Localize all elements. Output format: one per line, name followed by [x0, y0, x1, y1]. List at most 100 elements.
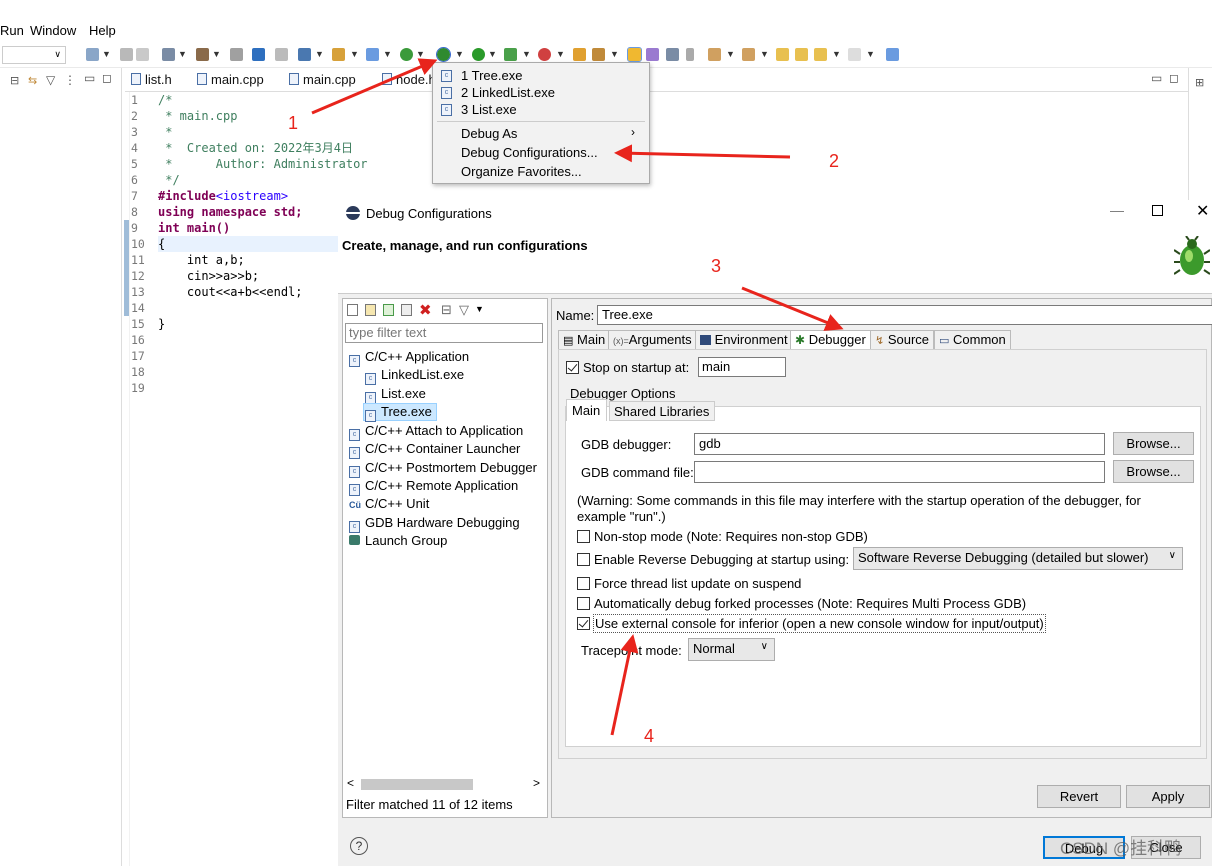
menu-item-organize-favorites[interactable]: Organize Favorites...	[461, 164, 582, 179]
minimize-window-icon[interactable]: —	[1110, 202, 1124, 218]
scroll-left-icon[interactable]: <	[347, 776, 354, 790]
last-edit-icon[interactable]	[776, 48, 789, 61]
browse-command-file-button[interactable]: Browse...	[1113, 460, 1194, 483]
tab-source[interactable]: ↯ Source	[870, 330, 935, 350]
tab-common[interactable]: ▭ Common	[934, 330, 1011, 350]
filter-dropdown-icon[interactable]: ▼	[475, 304, 484, 314]
next-annotation-icon[interactable]	[708, 48, 721, 61]
new-config-icon[interactable]	[347, 304, 358, 316]
save-icon[interactable]	[120, 48, 133, 61]
debug-bug-icon[interactable]	[436, 47, 451, 62]
tree-item-attach[interactable]: c C/C++ Attach to Application	[349, 423, 523, 441]
force-thread-list-checkbox[interactable]	[577, 577, 590, 590]
tree-item-postmortem[interactable]: c C/C++ Postmortem Debugger	[349, 460, 537, 478]
search-icon[interactable]	[592, 48, 605, 61]
horizontal-scrollbar[interactable]: < >	[345, 776, 545, 793]
open-perspective-icon[interactable]	[886, 48, 899, 61]
tree-item-tree-selected[interactable]: c Tree.exe	[365, 404, 432, 422]
outline-icon[interactable]: ⊞	[1195, 76, 1204, 89]
tab-arguments[interactable]: (x)=Arguments	[608, 330, 697, 350]
code-area[interactable]: /* * main.cpp * * Created on: 2022年3月4日 …	[158, 92, 368, 332]
tab-debugger[interactable]: ✱ Debugger	[790, 330, 871, 350]
menu-item-debug-as[interactable]: Debug As	[461, 126, 517, 141]
toggle-highlight-icon[interactable]	[627, 47, 642, 62]
new-folder-icon[interactable]	[332, 48, 345, 61]
tree-item-cpp-application[interactable]: c C/C++ Application	[349, 349, 469, 367]
toggle-mark-icon[interactable]	[275, 48, 288, 61]
view-menu-icon[interactable]: ⋮	[64, 73, 76, 87]
external-console-checkbox[interactable]	[577, 617, 590, 630]
filter-input[interactable]: type filter text	[345, 323, 543, 343]
new-class-icon[interactable]	[366, 48, 379, 61]
new-file-icon[interactable]	[400, 48, 413, 61]
new-cpp-project-icon[interactable]	[298, 48, 311, 61]
link-editor-icon[interactable]: ⇆	[28, 74, 37, 87]
duplicate-config-icon[interactable]	[401, 304, 412, 316]
open-type-icon[interactable]	[573, 48, 586, 61]
build-all-icon[interactable]	[230, 48, 243, 61]
editor-maximize-icon[interactable]: ◻	[1169, 71, 1179, 85]
tree-item-unit[interactable]: Cü C/C++ Unit	[349, 496, 429, 511]
new-prototype-icon[interactable]	[365, 304, 376, 316]
collapse-all-icon[interactable]: ⊟	[441, 302, 452, 318]
menu-item-list[interactable]: 3 List.exe	[461, 102, 517, 117]
scroll-right-icon[interactable]: >	[533, 776, 540, 790]
subtab-main[interactable]: Main	[566, 399, 607, 421]
maximize-icon[interactable]: ◻	[102, 71, 112, 85]
tab-node-h[interactable]: node.h	[382, 72, 436, 87]
console-icon[interactable]	[252, 48, 265, 61]
maximize-window-icon[interactable]	[1152, 205, 1163, 216]
collapse-all-icon[interactable]: ⊟	[10, 74, 19, 87]
block-selection-icon[interactable]	[666, 48, 679, 61]
non-stop-checkbox[interactable]	[577, 530, 590, 543]
gdb-debugger-input[interactable]: gdb	[694, 433, 1105, 455]
tab-main-cpp-2[interactable]: main.cpp	[289, 72, 356, 87]
subtab-shared-libraries[interactable]: Shared Libraries	[609, 401, 715, 421]
tab-list-h[interactable]: list.h	[131, 72, 172, 87]
run-icon[interactable]	[472, 48, 485, 61]
stop-on-startup-checkbox[interactable]	[566, 361, 579, 374]
tree-item-gdb-hardware[interactable]: c GDB Hardware Debugging	[349, 515, 520, 533]
tab-environment[interactable]: Environment	[695, 330, 793, 350]
show-whitespace-icon[interactable]	[646, 48, 659, 61]
tab-main-cpp-1[interactable]: main.cpp	[197, 72, 264, 87]
external-tools-icon[interactable]	[538, 48, 551, 61]
stop-on-startup-input[interactable]: main	[698, 357, 786, 377]
apply-button[interactable]: Apply	[1126, 785, 1210, 808]
menu-item-linkedlist[interactable]: 2 LinkedList.exe	[461, 85, 555, 100]
menu-run[interactable]: Run	[0, 23, 24, 38]
menu-help[interactable]: Help	[89, 23, 116, 38]
manage-configurations-icon[interactable]	[162, 48, 175, 61]
menu-window[interactable]: Window	[30, 23, 76, 38]
back-icon[interactable]	[795, 48, 808, 61]
export-config-icon[interactable]	[383, 304, 394, 316]
menu-item-debug-configurations[interactable]: Debug Configurations...	[461, 145, 598, 160]
save-all-icon[interactable]	[136, 48, 149, 61]
build-icon[interactable]	[196, 48, 209, 61]
tab-main[interactable]: ▤ Main	[558, 330, 611, 350]
tree-item-remote[interactable]: c C/C++ Remote Application	[349, 478, 518, 496]
scrollbar-thumb[interactable]	[361, 779, 473, 790]
launch-target-combo[interactable]: ∨	[2, 46, 66, 64]
back-nav-icon[interactable]	[814, 48, 827, 61]
debug-dropdown-icon[interactable]: ▼	[455, 49, 464, 59]
tracepoint-mode-select[interactable]: Normal ∨	[688, 638, 775, 661]
prev-annotation-icon[interactable]	[742, 48, 755, 61]
tree-item-container[interactable]: c C/C++ Container Launcher	[349, 441, 520, 459]
tree-item-linkedlist[interactable]: c LinkedList.exe	[365, 367, 464, 385]
filter-icon[interactable]: ▽	[46, 73, 55, 87]
tree-item-launch-group[interactable]: Launch Group	[349, 533, 447, 548]
filter-icon[interactable]: ▽	[459, 302, 469, 318]
pilcrow-icon[interactable]	[686, 48, 694, 61]
revert-button[interactable]: Revert	[1037, 785, 1121, 808]
reverse-debugging-checkbox[interactable]	[577, 553, 590, 566]
coverage-icon[interactable]	[504, 48, 517, 61]
editor-minimize-icon[interactable]: ▭	[1151, 71, 1162, 85]
delete-config-icon[interactable]: ✖	[419, 301, 432, 319]
reverse-mode-select[interactable]: Software Reverse Debugging (detailed but…	[853, 547, 1183, 570]
gdb-command-file-input[interactable]	[694, 461, 1105, 483]
help-icon[interactable]: ?	[350, 837, 368, 855]
debug-forked-checkbox[interactable]	[577, 597, 590, 610]
forward-icon[interactable]	[848, 48, 861, 61]
minimize-icon[interactable]: ▭	[84, 71, 95, 85]
